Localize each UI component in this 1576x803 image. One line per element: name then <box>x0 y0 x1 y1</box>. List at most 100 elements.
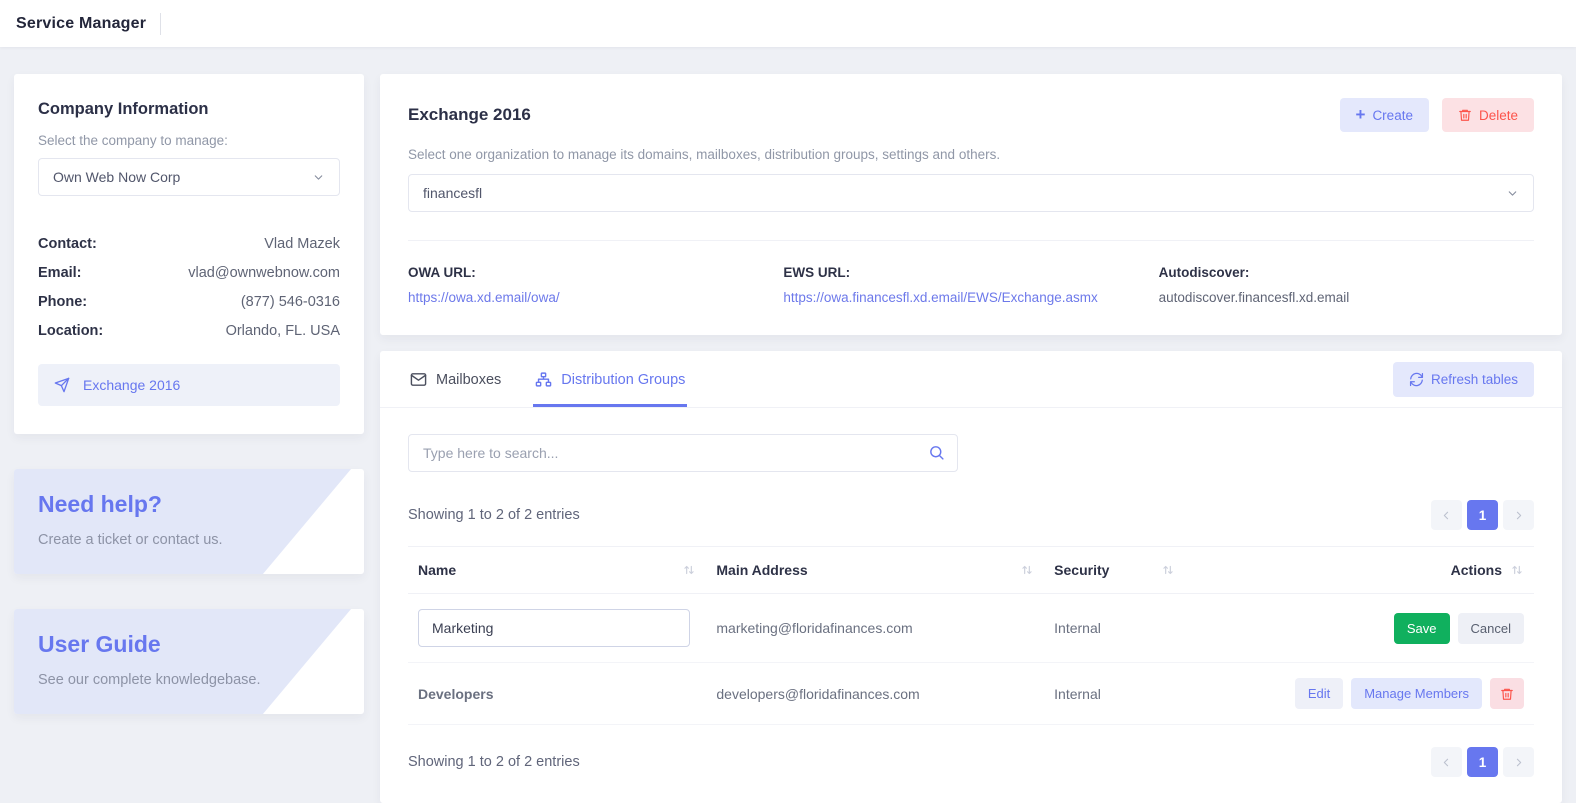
chevron-down-icon <box>1506 187 1519 200</box>
field-label: Email: <box>38 265 82 281</box>
column-header-label: Security <box>1054 562 1109 578</box>
tab-distribution-groups[interactable]: Distribution Groups <box>533 351 687 407</box>
company-select[interactable]: Own Web Now Corp <box>38 158 340 196</box>
ews-url-block: EWS URL: https://owa.financesfl.xd.email… <box>783 265 1158 305</box>
need-help-title: Need help? <box>38 491 340 518</box>
company-select-label: Select the company to manage: <box>38 133 340 148</box>
tab-bar: Mailboxes Distribution Groups Refresh ta… <box>380 351 1562 408</box>
list-meta-top: Showing 1 to 2 of 2 entries 1 <box>408 500 1534 530</box>
refresh-tables-button[interactable]: Refresh tables <box>1393 362 1534 397</box>
edit-button[interactable]: Edit <box>1295 678 1343 709</box>
table-body: Showing 1 to 2 of 2 entries 1 <box>380 408 1562 803</box>
pagination-top: 1 <box>1431 500 1534 530</box>
pagination-page-1[interactable]: 1 <box>1467 500 1498 530</box>
delete-button[interactable]: Delete <box>1442 98 1534 132</box>
column-header-actions[interactable]: Actions <box>1185 547 1534 594</box>
group-name-input[interactable] <box>418 609 690 647</box>
page-body: Company Information Select the company t… <box>0 47 1576 803</box>
field-value: Vlad Mazek <box>264 236 340 252</box>
search-icon <box>928 444 945 461</box>
tab-distribution-groups-label: Distribution Groups <box>561 372 685 388</box>
trash-icon <box>1500 687 1514 701</box>
owa-url-link[interactable]: https://owa.xd.email/owa/ <box>408 290 560 305</box>
ews-url-link[interactable]: https://owa.financesfl.xd.email/EWS/Exch… <box>783 290 1097 305</box>
envelope-icon <box>410 371 427 388</box>
need-help-subtitle: Create a ticket or contact us. <box>38 532 340 548</box>
manage-members-button[interactable]: Manage Members <box>1351 678 1482 709</box>
promo-decoration <box>14 609 364 714</box>
send-icon <box>54 377 70 393</box>
company-card-title: Company Information <box>38 100 340 119</box>
cancel-button[interactable]: Cancel <box>1458 613 1524 644</box>
organization-select[interactable]: financesfl <box>408 174 1534 212</box>
pagination-prev-button[interactable] <box>1431 500 1462 530</box>
pagination-next-button[interactable] <box>1503 500 1534 530</box>
company-contact-fields: Contact: Vlad Mazek Email: vlad@ownwebno… <box>38 236 340 339</box>
field-label: Contact: <box>38 236 97 252</box>
topbar-divider <box>160 13 161 35</box>
exchange-2016-button[interactable]: Exchange 2016 <box>38 364 340 406</box>
company-select-value: Own Web Now Corp <box>53 169 180 185</box>
column-header-label: Name <box>418 562 456 578</box>
trash-icon <box>1458 108 1472 122</box>
pagination-prev-button[interactable] <box>1431 747 1462 777</box>
table-header-row: Name Main Address <box>408 547 1534 594</box>
owa-url-label: OWA URL: <box>408 265 783 280</box>
field-value: Orlando, FL. USA <box>226 323 340 339</box>
organization-card: Exchange 2016 + Create Delete Select one… <box>380 74 1562 335</box>
showing-entries-text: Showing 1 to 2 of 2 entries <box>408 754 580 770</box>
security-cell: Internal <box>1044 594 1185 663</box>
table-row-marketing: marketing@floridafinances.com Internal S… <box>408 594 1534 663</box>
owa-url-block: OWA URL: https://owa.xd.email/owa/ <box>408 265 783 305</box>
showing-entries-text: Showing 1 to 2 of 2 entries <box>408 507 580 523</box>
pagination-next-button[interactable] <box>1503 747 1534 777</box>
create-button-label: Create <box>1372 108 1413 123</box>
field-label: Phone: <box>38 294 87 310</box>
phone-field-row: Phone: (877) 546-0316 <box>38 294 340 310</box>
sort-icon <box>1161 563 1175 577</box>
chevron-left-icon <box>1440 509 1453 522</box>
distribution-groups-table: Name Main Address <box>408 546 1534 725</box>
need-help-card[interactable]: Need help? Create a ticket or contact us… <box>14 469 364 574</box>
actions-cell: Edit Manage Members <box>1185 663 1534 725</box>
chevron-right-icon <box>1512 756 1525 769</box>
refresh-icon <box>1409 372 1424 387</box>
save-button[interactable]: Save <box>1394 613 1450 644</box>
sort-icon <box>1020 563 1034 577</box>
company-information-card: Company Information Select the company t… <box>14 74 364 434</box>
sidebar: Company Information Select the company t… <box>14 74 364 803</box>
topbar: Service Manager <box>0 0 1576 47</box>
user-guide-card[interactable]: User Guide See our complete knowledgebas… <box>14 609 364 714</box>
column-header-name[interactable]: Name <box>408 547 706 594</box>
create-button[interactable]: + Create <box>1340 98 1429 132</box>
location-field-row: Location: Orlando, FL. USA <box>38 323 340 339</box>
tab-mailboxes-label: Mailboxes <box>436 372 501 388</box>
table-row-developers: Developers developers@floridafinances.co… <box>408 663 1534 725</box>
ews-url-label: EWS URL: <box>783 265 1158 280</box>
pagination-page-1[interactable]: 1 <box>1467 747 1498 777</box>
app-title: Service Manager <box>16 15 146 33</box>
organization-select-value: financesfl <box>423 185 482 201</box>
tab-mailboxes[interactable]: Mailboxes <box>408 351 503 407</box>
promo-decoration <box>14 469 364 574</box>
org-url-info: OWA URL: https://owa.xd.email/owa/ EWS U… <box>408 240 1534 305</box>
distribution-groups-card: Mailboxes Distribution Groups Refresh ta… <box>380 351 1562 803</box>
column-header-security[interactable]: Security <box>1044 547 1185 594</box>
chevron-down-icon <box>312 171 325 184</box>
plus-icon: + <box>1356 106 1366 123</box>
user-guide-subtitle: See our complete knowledgebase. <box>38 672 340 688</box>
org-card-title: Exchange 2016 <box>408 105 531 125</box>
autodiscover-label: Autodiscover: <box>1159 265 1534 280</box>
list-meta-bottom: Showing 1 to 2 of 2 entries 1 <box>408 747 1534 777</box>
field-value: (877) 546-0316 <box>241 294 340 310</box>
refresh-tables-label: Refresh tables <box>1431 372 1518 387</box>
autodiscover-block: Autodiscover: autodiscover.financesfl.xd… <box>1159 265 1534 305</box>
address-cell: developers@floridafinances.com <box>706 663 1044 725</box>
sitemap-icon <box>535 371 552 388</box>
column-header-main-address[interactable]: Main Address <box>706 547 1044 594</box>
chevron-right-icon <box>1512 509 1525 522</box>
delete-group-button[interactable] <box>1490 678 1524 709</box>
search-input[interactable] <box>408 434 958 472</box>
search-bar <box>408 434 958 472</box>
name-cell <box>408 594 706 663</box>
